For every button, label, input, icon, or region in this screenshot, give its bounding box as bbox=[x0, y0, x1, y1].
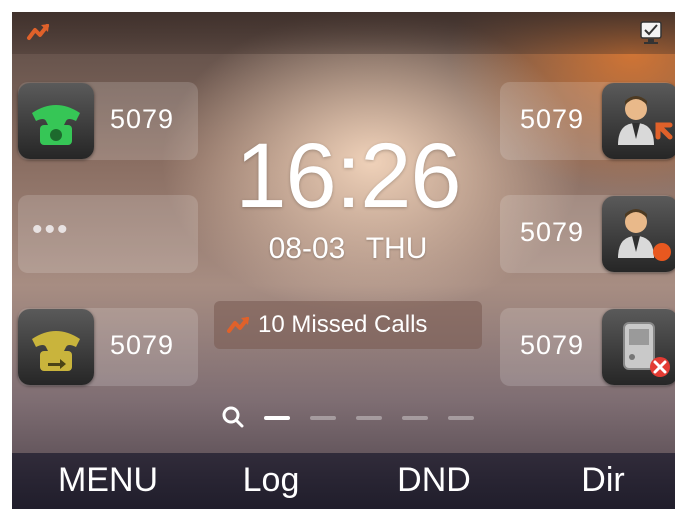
line-key-3[interactable]: 5079 bbox=[18, 308, 198, 386]
page-dot-2[interactable] bbox=[310, 416, 336, 420]
screen-check-icon[interactable] bbox=[639, 20, 663, 46]
softkey-bar: MENU Log DND Dir bbox=[12, 453, 675, 509]
line-key-2-more: ••• bbox=[32, 213, 70, 246]
device-error-icon bbox=[602, 309, 675, 385]
softkey-dnd[interactable]: DND bbox=[384, 461, 484, 500]
missed-calls-notification[interactable]: 10 Missed Calls bbox=[214, 301, 482, 349]
status-bar bbox=[12, 12, 675, 54]
weekday-value: THU bbox=[365, 232, 428, 265]
clock-time: 16:26 bbox=[235, 125, 461, 227]
softkey-dir[interactable]: Dir bbox=[568, 461, 638, 500]
search-icon[interactable] bbox=[222, 406, 244, 428]
phone-idle-screen: 5079 ••• 5079 5079 5079 5079 16:26 08-03… bbox=[12, 12, 675, 509]
missed-call-arrow-icon[interactable] bbox=[26, 20, 52, 44]
line-key-6[interactable]: 5079 bbox=[500, 308, 675, 386]
clock-date: 08-03 THU bbox=[217, 232, 479, 266]
line-key-2[interactable]: ••• bbox=[18, 195, 198, 273]
line-key-4-number: 5079 bbox=[520, 104, 585, 134]
line-key-1[interactable]: 5079 bbox=[18, 82, 198, 160]
contact-busy-icon bbox=[602, 196, 675, 272]
missed-calls-text: 10 Missed Calls bbox=[258, 311, 428, 338]
date-value: 08-03 bbox=[268, 232, 346, 265]
page-dot-3[interactable] bbox=[356, 416, 382, 420]
line-key-5[interactable]: 5079 bbox=[500, 195, 675, 273]
page-dot-1[interactable] bbox=[264, 416, 290, 420]
page-dot-4[interactable] bbox=[402, 416, 428, 420]
softkey-log[interactable]: Log bbox=[226, 461, 316, 500]
green-phone-icon bbox=[18, 83, 94, 159]
line-key-4[interactable]: 5079 bbox=[500, 82, 675, 160]
line-key-1-number: 5079 bbox=[110, 104, 175, 134]
softkey-menu[interactable]: MENU bbox=[48, 461, 168, 500]
line-key-6-number: 5079 bbox=[520, 330, 585, 360]
contact-arrow-icon bbox=[602, 83, 675, 159]
missed-call-arrow-icon bbox=[227, 317, 249, 333]
line-key-3-number: 5079 bbox=[110, 330, 175, 360]
yellow-forward-phone-icon bbox=[18, 309, 94, 385]
page-dot-5[interactable] bbox=[448, 416, 474, 420]
line-key-5-number: 5079 bbox=[520, 217, 585, 247]
